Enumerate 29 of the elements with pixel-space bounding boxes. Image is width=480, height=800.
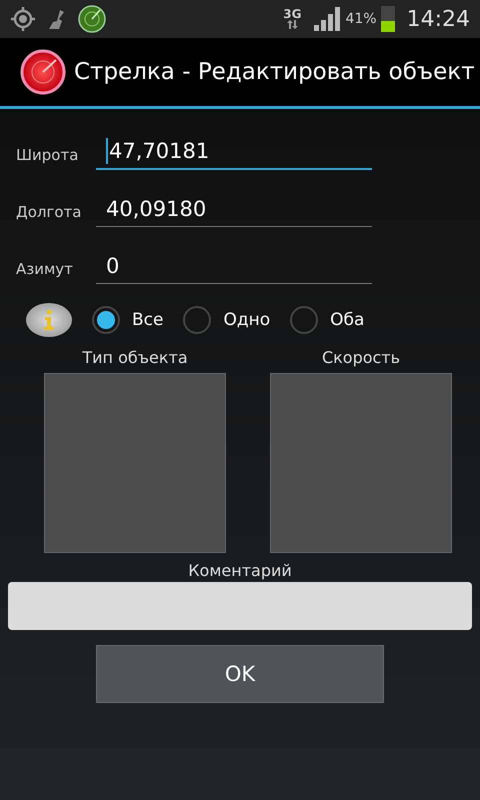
field-label: Азимут (15, 260, 74, 280)
input-field[interactable]: 40,09180 (96, 191, 372, 227)
battery-percent: 41% (345, 11, 377, 27)
list-box[interactable] (44, 373, 226, 553)
info-button[interactable] (26, 303, 72, 337)
field-label: Широта (15, 146, 80, 166)
radio-button[interactable] (183, 306, 212, 334)
list-box[interactable] (270, 373, 452, 553)
radio-button[interactable] (290, 306, 318, 334)
comment-field[interactable] (8, 582, 472, 630)
list-label: Тип объекта (82, 348, 188, 367)
comment-label: Коментарий (187, 561, 293, 580)
input-field[interactable]: 47,70181 (96, 134, 372, 170)
input-field[interactable]: 0 (96, 248, 372, 284)
radio-label: Оба (330, 310, 364, 330)
window-title: Стрелка - Редактировать объект (74, 59, 475, 85)
list-label: Скорость (322, 348, 400, 367)
info-icon (42, 309, 56, 331)
battery-icon (380, 6, 395, 32)
radio-label: Все (132, 310, 164, 330)
field-label: Долгота (15, 203, 82, 223)
gps-icon (10, 6, 36, 32)
radar-icon (78, 5, 106, 33)
radio-label: Одно (223, 310, 270, 330)
signal-icon (313, 6, 342, 32)
clock: 14:24 (406, 6, 470, 32)
ok-button[interactable]: OK (96, 645, 384, 703)
radar-icon (20, 49, 66, 95)
radio-button[interactable] (92, 306, 120, 334)
